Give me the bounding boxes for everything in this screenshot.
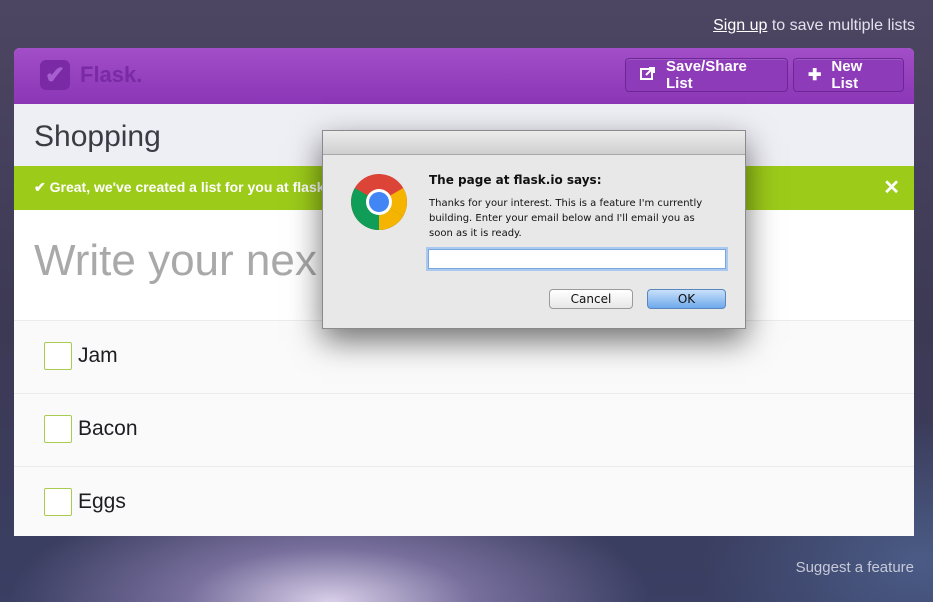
plus-icon: ✚	[808, 67, 822, 84]
item-checkbox[interactable]	[44, 488, 72, 516]
signup-prompt: Sign up to save multiple lists	[713, 17, 915, 35]
alert-text: Great, we've created a list for you at f…	[49, 179, 333, 195]
dialog-message: Thanks for your interest. This is a feat…	[429, 198, 703, 239]
new-list-label: New List	[831, 58, 863, 92]
list-item[interactable]: Jam	[14, 321, 914, 394]
item-label: Bacon	[78, 417, 138, 440]
item-checkbox[interactable]	[44, 415, 72, 443]
dialog-titlebar	[323, 131, 745, 155]
save-share-label: Save/Share List	[666, 58, 747, 92]
chrome-icon	[351, 174, 407, 230]
dialog-heading: The page at flask.io says:	[429, 173, 602, 187]
list-title[interactable]: Shopping	[34, 120, 161, 154]
logo-text: Flask.	[80, 62, 143, 87]
list-item[interactable]: Eggs	[14, 467, 914, 536]
list-item[interactable]: Bacon	[14, 394, 914, 467]
share-icon	[640, 66, 656, 85]
ok-button[interactable]: OK	[647, 289, 726, 309]
check-icon: ✔	[34, 179, 46, 195]
new-list-button[interactable]: ✚ New List	[793, 58, 904, 92]
logo[interactable]: ✔ Flask.	[40, 60, 142, 90]
email-input[interactable]	[428, 249, 726, 269]
item-label: Jam	[78, 344, 118, 367]
signup-rest-text: to save multiple lists	[767, 17, 915, 34]
alert-dialog: The page at flask.io says: Thanks for yo…	[322, 130, 746, 329]
close-icon[interactable]: ✕	[883, 175, 900, 200]
app-header: ✔ Flask. Save/Share List ✚ New List	[14, 48, 914, 104]
save-share-list-button[interactable]: Save/Share List	[625, 58, 788, 92]
suggest-feature-link[interactable]: Suggest a feature	[796, 559, 914, 576]
new-item-placeholder: Write your nex	[34, 236, 317, 285]
check-badge-icon: ✔	[40, 60, 70, 90]
item-checkbox[interactable]	[44, 342, 72, 370]
item-label: Eggs	[78, 490, 126, 513]
cancel-button[interactable]: Cancel	[549, 289, 633, 309]
signup-link[interactable]: Sign up	[713, 17, 767, 34]
alert-message: ✔ Great, we've created a list for you at…	[34, 179, 332, 196]
